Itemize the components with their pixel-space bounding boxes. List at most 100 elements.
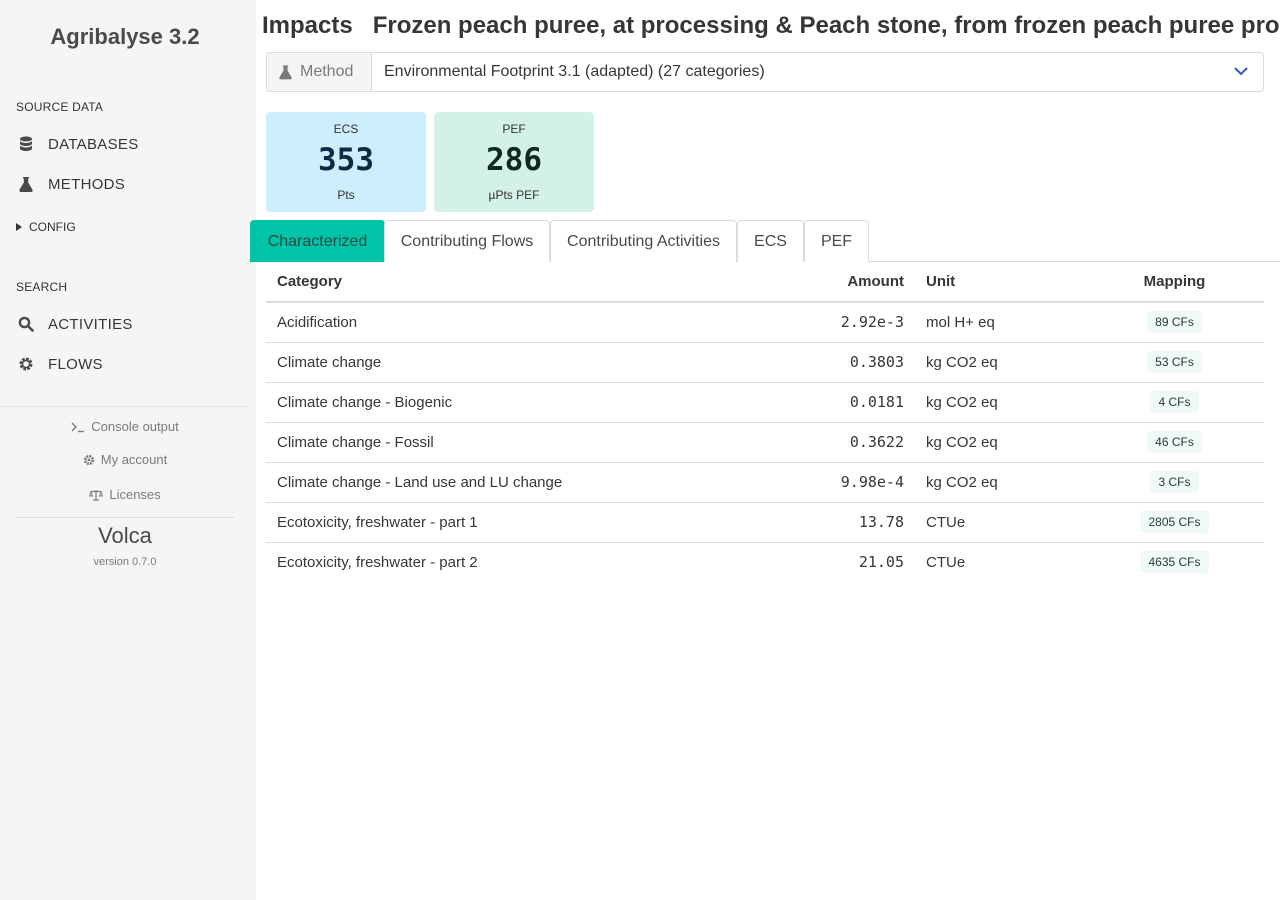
terminal-icon <box>71 421 85 433</box>
cell-mapping: 4 CFs <box>1085 382 1264 423</box>
sidebar-item-flows[interactable]: FLOWS <box>16 348 238 380</box>
licenses-label: Licenses <box>109 487 161 502</box>
pef-score-value: 286 <box>486 142 542 178</box>
gear-icon <box>16 354 36 374</box>
brand-logo: Volca <box>98 523 152 548</box>
method-addon: Method <box>267 53 372 91</box>
config-toggle[interactable]: CONFIG <box>16 220 76 234</box>
cell-amount: 0.3803 <box>656 342 915 383</box>
cell-category: Climate change - Land use and LU change <box>266 462 656 503</box>
pef-score-card: PEF 286 µPts PEF <box>434 112 594 212</box>
cell-category: Acidification <box>266 302 656 343</box>
main-content: Impacts Frozen peach puree, at processing… <box>250 0 1280 900</box>
table-row[interactable]: Climate change - Biogenic 0.0181 kg CO2 … <box>266 382 1264 423</box>
table-row[interactable]: Ecotoxicity, freshwater - part 2 21.05 C… <box>266 542 1264 582</box>
config-label: CONFIG <box>29 220 76 234</box>
sidebar-item-label: DATABASES <box>48 135 139 153</box>
app-title[interactable]: Agribalyse 3.2 <box>0 24 250 50</box>
chevron-down-icon <box>1233 63 1249 81</box>
cell-mapping: 53 CFs <box>1085 342 1264 383</box>
balance-scale-icon <box>89 489 104 501</box>
cf-count-tag[interactable]: 2805 CFs <box>1140 511 1209 533</box>
cell-amount: 13.78 <box>656 502 915 543</box>
cell-unit: kg CO2 eq <box>915 422 1085 463</box>
tab-pef[interactable]: PEF <box>804 220 869 262</box>
sidebar-item-label: FLOWS <box>48 355 103 373</box>
flask-icon <box>16 174 36 194</box>
sidebar-item-databases[interactable]: DATABASES <box>16 128 238 160</box>
table-row[interactable]: Acidification 2.92e-3 mol H+ eq 89 CFs <box>266 302 1264 343</box>
cell-amount: 21.05 <box>858 553 904 572</box>
console-output-label: Console output <box>91 419 179 434</box>
cell-mapping: 89 CFs <box>1085 302 1264 343</box>
source-data-label: SOURCE DATA <box>16 100 104 114</box>
tab-ecs[interactable]: ECS <box>737 220 804 262</box>
tab-characterized[interactable]: Characterized <box>250 220 385 262</box>
cell-category: Climate change - Fossil <box>266 422 656 463</box>
cell-category: Climate change <box>266 342 656 383</box>
ecs-score-value: 353 <box>318 142 374 178</box>
cf-count-tag[interactable]: 46 CFs <box>1147 431 1202 453</box>
cf-count-tag[interactable]: 3 CFs <box>1150 471 1199 493</box>
column-header-mapping[interactable]: Mapping <box>1085 262 1264 303</box>
my-account-label: My account <box>100 452 168 467</box>
my-account-link[interactable]: My account <box>0 452 250 467</box>
cell-amount: 2.92e-3 <box>656 302 915 343</box>
ecs-score-card: ECS 353 Pts <box>266 112 426 212</box>
method-selector: Method Environmental Footprint 3.1 (adap… <box>266 52 1264 92</box>
table-row[interactable]: Climate change 0.3803 kg CO2 eq 53 CFs <box>266 342 1264 383</box>
cell-category: Ecotoxicity, freshwater - part 2 <box>277 553 478 571</box>
sidebar-item-methods[interactable]: METHODS <box>16 168 238 200</box>
tab-contributing-flows[interactable]: Contributing Flows <box>384 220 550 262</box>
cf-count-tag[interactable]: 53 CFs <box>1147 351 1202 373</box>
table-row[interactable]: Climate change - Land use and LU change … <box>266 462 1264 503</box>
activity-name: Frozen peach puree, at processing & Peac… <box>372 12 1280 39</box>
column-header-amount[interactable]: Amount <box>656 262 915 303</box>
version-label: version 0.7.0 <box>93 556 157 568</box>
cell-mapping: 2805 CFs <box>1085 502 1264 543</box>
ecs-score-unit: Pts <box>337 188 355 202</box>
cell-category: Ecotoxicity, freshwater - part 1 <box>266 502 656 543</box>
cell-mapping: 46 CFs <box>1085 422 1264 463</box>
sidebar-item-label: METHODS <box>48 175 126 193</box>
footer-divider <box>16 517 234 518</box>
sidebar: Agribalyse 3.2 SOURCE DATA DATABASES MET… <box>0 0 256 900</box>
gear-icon <box>83 454 95 466</box>
cell-amount: 0.0181 <box>656 382 915 423</box>
page-title-main: Impacts <box>262 12 353 39</box>
cf-count-tag[interactable]: 89 CFs <box>1147 311 1202 334</box>
cf-count-tag[interactable]: 4635 CFs <box>1140 551 1209 574</box>
table-row[interactable]: Ecotoxicity, freshwater - part 1 13.78 C… <box>266 502 1264 543</box>
cell-amount: 0.3622 <box>656 422 915 463</box>
pef-score-label: PEF <box>502 122 526 136</box>
search-label: SEARCH <box>16 280 68 294</box>
column-header-category[interactable]: Category <box>266 262 656 303</box>
sidebar-item-activities[interactable]: ACTIVITIES <box>16 308 238 340</box>
cell-unit: kg CO2 eq <box>915 342 1085 383</box>
database-icon <box>16 134 36 154</box>
pef-score-unit: µPts PEF <box>488 188 540 202</box>
method-addon-label: Method <box>300 63 354 80</box>
cf-count-tag[interactable]: 4 CFs <box>1150 391 1199 413</box>
flask-icon <box>279 64 292 80</box>
cell-unit: mol H+ eq <box>915 302 1085 343</box>
method-select[interactable]: Environmental Footprint 3.1 (adapted) (2… <box>372 53 1263 91</box>
table-row[interactable]: Climate change - Fossil 0.3622 kg CO2 eq… <box>266 422 1264 463</box>
sidebar-item-label: ACTIVITIES <box>48 315 133 333</box>
column-header-unit[interactable]: Unit <box>915 262 1085 303</box>
licenses-link[interactable]: Licenses <box>0 487 250 502</box>
sidebar-footer: Console output My account Licenses Volca… <box>0 406 250 568</box>
cell-amount: 9.98e-4 <box>656 462 915 503</box>
method-selected-value: Environmental Footprint 3.1 (adapted) (2… <box>384 63 765 80</box>
cell-category: Climate change - Biogenic <box>266 382 656 423</box>
console-output-link[interactable]: Console output <box>0 419 250 434</box>
page-title: Impacts Frozen peach puree, at processing… <box>262 12 1280 40</box>
table-header-row: Category Amount Unit Mapping <box>266 262 1264 303</box>
impact-tabs: Characterized Contributing Flows Contrib… <box>250 220 1280 262</box>
cell-unit: CTUe <box>915 502 1085 543</box>
triangle-right-icon <box>16 223 22 231</box>
cell-mapping: 4635 CFs <box>1085 542 1264 582</box>
search-icon <box>16 314 36 334</box>
impacts-table: Category Amount Unit Mapping Acidificati… <box>266 262 1264 582</box>
tab-contributing-activities[interactable]: Contributing Activities <box>550 220 737 262</box>
